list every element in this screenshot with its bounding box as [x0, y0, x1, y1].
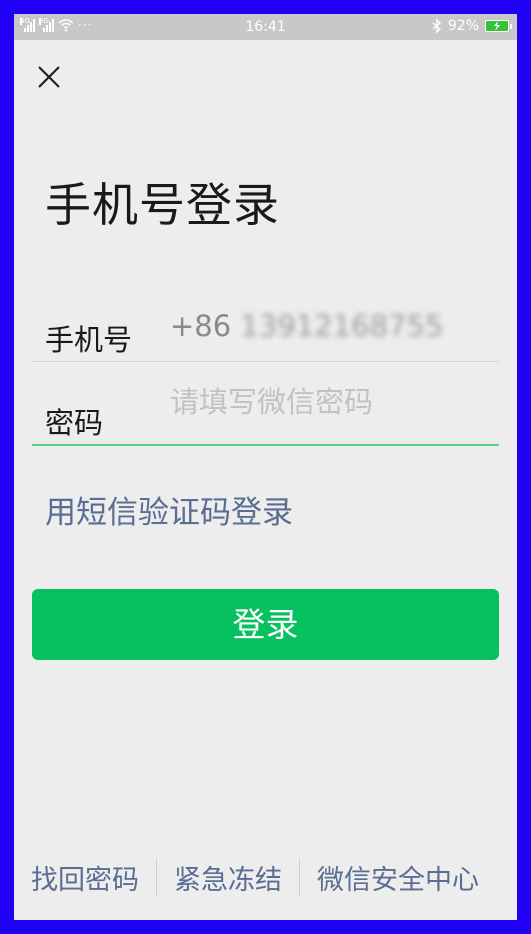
emergency-freeze-link[interactable]: 紧急冻结 — [174, 858, 282, 897]
phone-number-field[interactable]: +86 13912168755 — [170, 303, 500, 349]
page-title: 手机号登录 — [45, 178, 280, 232]
status-bar: 4G 3G ··· 16:41 92% — [14, 14, 517, 40]
sms-login-link[interactable]: 用短信验证码登录 — [45, 487, 293, 532]
country-code: +86 — [170, 309, 241, 343]
footer-divider — [156, 858, 157, 896]
battery-icon — [485, 20, 512, 32]
footer-links: 找回密码 紧急冻结 微信安全中心 — [14, 857, 517, 897]
password-label: 密码 — [45, 406, 104, 440]
close-button[interactable] — [34, 62, 64, 92]
footer-divider — [299, 858, 300, 896]
phone-label: 手机号 — [45, 323, 133, 357]
security-center-link[interactable]: 微信安全中心 — [317, 858, 479, 897]
login-button[interactable]: 登录 — [32, 589, 499, 660]
phone-screen: 4G 3G ··· 16:41 92% 手机号登录 手机号 +86 139121… — [14, 14, 517, 920]
phone-number-masked: 13912168755 — [240, 309, 444, 343]
divider — [32, 361, 499, 362]
battery-percent: 92% — [447, 18, 479, 34]
find-password-link[interactable]: 找回密码 — [31, 858, 139, 897]
password-focus-underline — [32, 444, 499, 446]
bluetooth-icon — [432, 19, 441, 33]
close-icon — [38, 66, 60, 88]
status-right: 92% — [432, 18, 512, 34]
password-input[interactable] — [170, 380, 490, 424]
